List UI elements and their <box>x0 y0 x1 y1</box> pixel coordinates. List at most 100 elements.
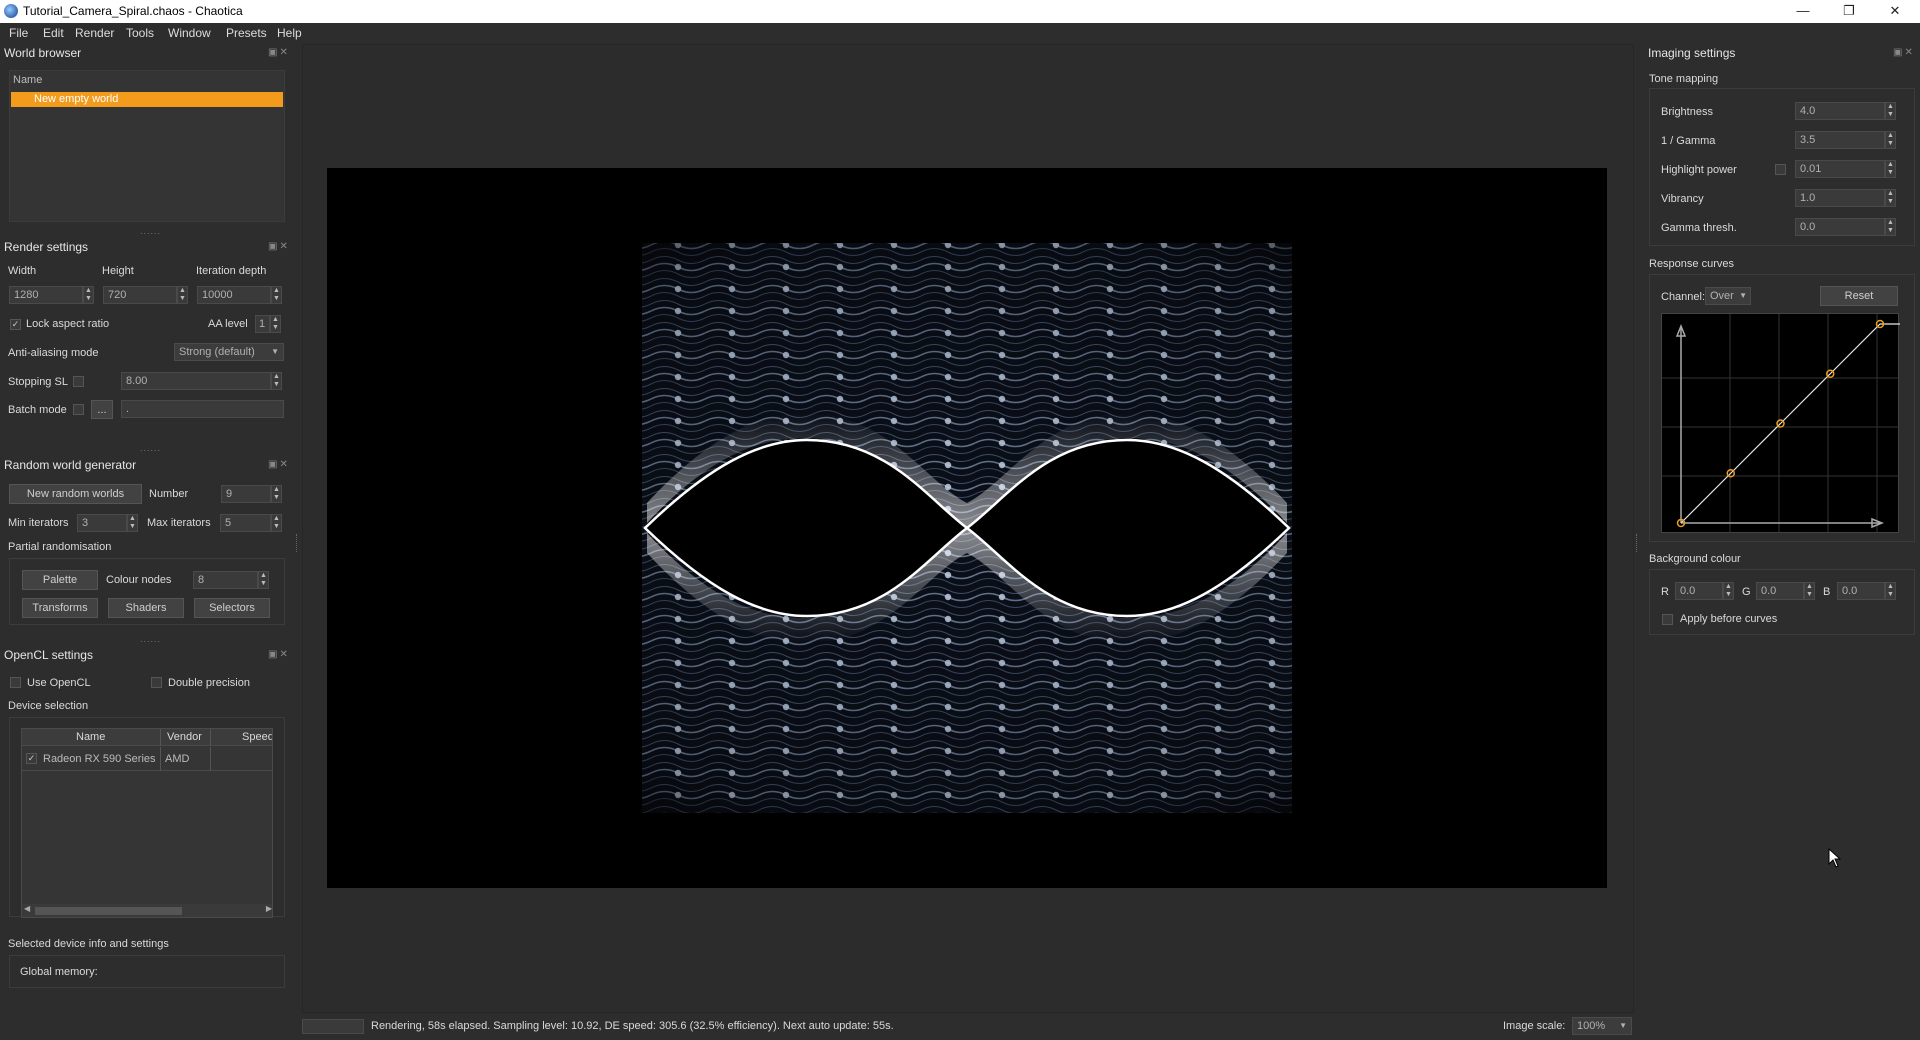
highlight-power-spinner[interactable]: ▲ ▼ <box>1885 160 1896 178</box>
iteration-depth-spinner[interactable]: ▲ ▼ <box>271 286 282 304</box>
menu-help[interactable]: Help <box>277 26 302 40</box>
batch-browse-button[interactable]: ... <box>91 400 113 419</box>
gamma-input[interactable]: 3.5 <box>1795 131 1885 149</box>
r-input[interactable]: 0.0 <box>1675 582 1723 600</box>
width-input[interactable]: 1280 <box>9 286 83 304</box>
column-header-name[interactable]: Name <box>13 74 42 86</box>
highlight-power-checkbox[interactable] <box>1775 164 1786 175</box>
selectors-button[interactable]: Selectors <box>194 598 270 618</box>
min-iterators-spinner[interactable]: ▲ ▼ <box>127 514 138 532</box>
aa-level-label: AA level <box>208 318 248 330</box>
g-input[interactable]: 0.0 <box>1756 582 1804 600</box>
brightness-input[interactable]: 4.0 <box>1795 102 1885 120</box>
iteration-depth-input[interactable]: 10000 <box>197 286 271 304</box>
number-spinner[interactable]: ▲ ▼ <box>271 485 282 503</box>
scroll-left-icon[interactable]: ◀ <box>24 904 30 913</box>
column-header-name[interactable]: Name <box>76 731 105 743</box>
new-random-worlds-button[interactable]: New random worlds <box>9 484 142 504</box>
shaders-button[interactable]: Shaders <box>108 598 184 618</box>
menu-window[interactable]: Window <box>168 26 211 40</box>
channel-select[interactable]: Over ▼ <box>1705 287 1751 305</box>
channel-label: Channel: <box>1661 291 1706 303</box>
device-vendor: AMD <box>165 753 190 765</box>
restore-icon[interactable]: ❐ <box>1826 0 1872 23</box>
menu-tools[interactable]: Tools <box>126 26 154 40</box>
double-precision-checkbox[interactable] <box>151 677 162 688</box>
render-image[interactable] <box>327 168 1607 888</box>
device-checkbox[interactable]: ✓ <box>26 753 37 764</box>
world-list[interactable]: Name New empty world <box>9 70 285 222</box>
menu-file[interactable]: File <box>9 26 28 40</box>
dock-float-close-icon[interactable]: ▣✕ <box>268 459 290 470</box>
scroll-right-icon[interactable]: ▶ <box>266 904 272 913</box>
chevron-down-icon: ▼ <box>1739 291 1747 300</box>
b-spinner[interactable]: ▲ ▼ <box>1885 582 1896 600</box>
apply-before-curves-checkbox[interactable] <box>1662 614 1673 625</box>
selected-device-info-label: Selected device info and settings <box>8 938 169 950</box>
colour-nodes-spinner[interactable]: ▲ ▼ <box>258 571 269 589</box>
fractal-render <box>642 243 1292 813</box>
splitter-handle[interactable]: ...... <box>140 634 161 644</box>
stopping-sl-spinner[interactable]: ▲ ▼ <box>271 372 282 390</box>
dock-float-close-icon[interactable]: ▣✕ <box>268 649 290 660</box>
response-curve-editor[interactable] <box>1661 313 1900 534</box>
app-icon <box>4 4 18 18</box>
menu-edit[interactable]: Edit <box>43 26 64 40</box>
list-item-selected[interactable]: New empty world <box>11 92 283 107</box>
reset-button[interactable]: Reset <box>1820 286 1898 306</box>
height-input[interactable]: 720 <box>103 286 177 304</box>
stopping-sl-input[interactable]: 8.00 <box>121 372 271 390</box>
column-header-speed[interactable]: Speed <box>242 731 272 743</box>
random-world-title: Random world generator <box>4 458 137 472</box>
min-iterators-input[interactable]: 3 <box>77 514 127 532</box>
max-iterators-spinner[interactable]: ▲ ▼ <box>271 514 282 532</box>
dock-float-close-icon[interactable]: ▣✕ <box>268 47 290 58</box>
minimize-icon[interactable]: — <box>1780 0 1826 23</box>
vibrancy-spinner[interactable]: ▲ ▼ <box>1885 189 1896 207</box>
width-spinner[interactable]: ▲ ▼ <box>83 286 94 304</box>
splitter-handle[interactable] <box>296 534 299 552</box>
close-icon[interactable]: ✕ <box>1872 0 1918 23</box>
splitter-handle[interactable]: ...... <box>140 226 161 236</box>
g-label: G <box>1742 586 1751 598</box>
aa-mode-select[interactable]: Strong (default) ▼ <box>174 343 284 361</box>
height-spinner[interactable]: ▲ ▼ <box>177 286 188 304</box>
status-bar: Rendering, 58s elapsed. Sampling level: … <box>302 1016 1634 1036</box>
number-input[interactable]: 9 <box>221 485 271 503</box>
chevron-down-icon: ▼ <box>271 347 279 356</box>
gamma-thresh-input[interactable]: 0.0 <box>1795 218 1885 236</box>
b-input[interactable]: 0.0 <box>1837 582 1885 600</box>
table-row[interactable]: ✓ Radeon RX 590 Series AMD <box>22 747 272 771</box>
palette-button[interactable]: Palette <box>22 570 98 590</box>
r-spinner[interactable]: ▲ ▼ <box>1723 582 1734 600</box>
vibrancy-input[interactable]: 1.0 <box>1795 189 1885 207</box>
dock-float-close-icon[interactable]: ▣✕ <box>268 241 290 252</box>
highlight-power-input[interactable]: 0.01 <box>1795 160 1885 178</box>
brightness-spinner[interactable]: ▲ ▼ <box>1885 102 1896 120</box>
gamma-thresh-spinner[interactable]: ▲ ▼ <box>1885 218 1896 236</box>
horizontal-scrollbar[interactable]: ◀ ▶ <box>22 904 272 917</box>
stopping-sl-checkbox[interactable] <box>73 376 84 387</box>
channel-value: Over <box>1710 290 1734 302</box>
batch-mode-label: Batch mode <box>8 404 67 416</box>
splitter-handle[interactable]: ...... <box>140 443 161 453</box>
device-table[interactable]: Name Vendor Speed ✓ Radeon RX 590 Series… <box>21 728 273 918</box>
batch-path-input[interactable]: . <box>121 400 284 418</box>
aa-level-input[interactable]: 1 <box>255 315 270 333</box>
splitter-handle[interactable] <box>1636 534 1639 552</box>
lock-aspect-checkbox[interactable]: ✓ <box>10 319 21 330</box>
gamma-spinner[interactable]: ▲ ▼ <box>1885 131 1896 149</box>
menu-render[interactable]: Render <box>75 26 114 40</box>
menu-presets[interactable]: Presets <box>226 26 267 40</box>
use-opencl-checkbox[interactable] <box>10 677 21 688</box>
batch-mode-checkbox[interactable] <box>73 404 84 415</box>
column-header-vendor[interactable]: Vendor <box>167 731 202 743</box>
g-spinner[interactable]: ▲ ▼ <box>1804 582 1815 600</box>
transforms-button[interactable]: Transforms <box>22 598 98 618</box>
image-scale-select[interactable]: 100% ▼ <box>1572 1017 1632 1035</box>
scrollbar-thumb[interactable] <box>35 907 182 915</box>
colour-nodes-input[interactable]: 8 <box>193 571 258 589</box>
dock-float-close-icon[interactable]: ▣✕ <box>1893 47 1915 58</box>
aa-level-spinner[interactable]: ▲ ▼ <box>270 315 281 333</box>
max-iterators-input[interactable]: 5 <box>220 514 271 532</box>
